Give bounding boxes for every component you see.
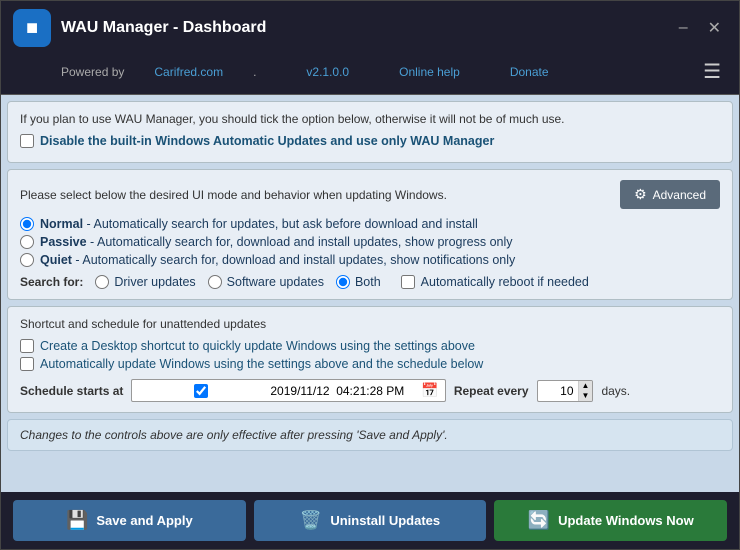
spinner-buttons: ▲ ▼ bbox=[578, 381, 593, 401]
auto-reboot-row: Automatically reboot if needed bbox=[401, 275, 589, 289]
carifred-link[interactable]: Carifred.com bbox=[154, 65, 223, 79]
uninstall-icon: 🗑️ bbox=[300, 510, 322, 531]
save-icon: 💾 bbox=[66, 510, 88, 531]
software-option[interactable]: Software updates bbox=[208, 275, 324, 289]
software-label: Software updates bbox=[227, 275, 324, 289]
both-option[interactable]: Both bbox=[336, 275, 381, 289]
schedule-row: Schedule starts at 📅 Repeat every ▲ ▼ da… bbox=[20, 379, 720, 402]
save-apply-button[interactable]: 💾 Save and Apply bbox=[13, 500, 246, 541]
ui-mode-card: Please select below the desired UI mode … bbox=[7, 169, 733, 300]
repeat-spinner: ▲ ▼ bbox=[537, 380, 594, 402]
radio-passive-row: Passive - Automatically search for, down… bbox=[20, 235, 720, 249]
radio-quiet-row: Quiet - Automatically search for, downlo… bbox=[20, 253, 720, 267]
bottom-bar: 💾 Save and Apply 🗑️ Uninstall Updates 🔄 … bbox=[1, 492, 739, 549]
schedule-card-title: Shortcut and schedule for unattended upd… bbox=[20, 317, 720, 331]
main-window: ■ WAU Manager - Dashboard – ✕ Powered by… bbox=[0, 0, 740, 550]
update-label: Update Windows Now bbox=[558, 513, 694, 528]
window-title: WAU Manager - Dashboard bbox=[61, 19, 663, 37]
disable-wau-row: Disable the built-in Windows Automatic U… bbox=[20, 134, 720, 148]
shortcut-checkbox[interactable] bbox=[20, 339, 34, 353]
datetime-input-container: 📅 bbox=[131, 379, 445, 402]
radio-passive[interactable] bbox=[20, 235, 34, 249]
schedule-card: Shortcut and schedule for unattended upd… bbox=[7, 306, 733, 413]
subtitle-prefix: Powered by bbox=[61, 65, 124, 79]
uninstall-button[interactable]: 🗑️ Uninstall Updates bbox=[254, 500, 487, 541]
radio-normal-label[interactable]: Normal - Automatically search for update… bbox=[40, 217, 478, 231]
schedule-datetime-input[interactable] bbox=[270, 384, 415, 398]
advanced-button[interactable]: ⚙ Advanced bbox=[620, 180, 720, 209]
repeat-value-input[interactable] bbox=[538, 382, 578, 400]
search-for-label: Search for: bbox=[20, 275, 83, 289]
subtitle-bar: Powered by Carifred.com . v2.1.0.0 Onlin… bbox=[1, 55, 739, 95]
auto-update-checkbox[interactable] bbox=[20, 357, 34, 371]
hamburger-menu[interactable]: ☰ bbox=[697, 57, 727, 86]
uninstall-label: Uninstall Updates bbox=[330, 513, 440, 528]
minimize-button[interactable]: – bbox=[673, 17, 694, 39]
radio-quiet-label[interactable]: Quiet - Automatically search for, downlo… bbox=[40, 253, 515, 267]
schedule-starts-label: Schedule starts at bbox=[20, 384, 123, 398]
gear-icon: ⚙ bbox=[634, 186, 647, 203]
auto-update-row: Automatically update Windows using the s… bbox=[20, 357, 720, 371]
content-area: If you plan to use WAU Manager, you shou… bbox=[1, 95, 739, 492]
auto-reboot-checkbox[interactable] bbox=[401, 275, 415, 289]
save-apply-label: Save and Apply bbox=[96, 513, 192, 528]
radio-normal[interactable] bbox=[20, 217, 34, 231]
update-icon: 🔄 bbox=[528, 510, 550, 531]
card2-desc: Please select below the desired UI mode … bbox=[20, 188, 447, 202]
auto-reboot-label[interactable]: Automatically reboot if needed bbox=[421, 275, 589, 289]
auto-update-label[interactable]: Automatically update Windows using the s… bbox=[40, 357, 483, 371]
driver-label: Driver updates bbox=[114, 275, 195, 289]
repeat-every-label: Repeat every bbox=[454, 384, 529, 398]
schedule-enable-checkbox[interactable] bbox=[136, 384, 266, 398]
update-windows-button[interactable]: 🔄 Update Windows Now bbox=[494, 500, 727, 541]
mode-radio-group: Normal - Automatically search for update… bbox=[20, 217, 720, 267]
donate-link[interactable]: Donate bbox=[510, 65, 549, 79]
spinner-up-button[interactable]: ▲ bbox=[579, 381, 593, 391]
card1-notice: If you plan to use WAU Manager, you shou… bbox=[20, 112, 720, 126]
card2-header: Please select below the desired UI mode … bbox=[20, 180, 720, 209]
driver-option[interactable]: Driver updates bbox=[95, 275, 195, 289]
title-bar: ■ WAU Manager - Dashboard – ✕ bbox=[1, 1, 739, 55]
app-icon: ■ bbox=[13, 9, 51, 47]
both-label: Both bbox=[355, 275, 381, 289]
search-software-radio[interactable] bbox=[208, 275, 222, 289]
subtitle-period: . bbox=[253, 65, 256, 79]
search-both-radio[interactable] bbox=[336, 275, 350, 289]
days-label: days. bbox=[601, 384, 630, 398]
disable-wau-label[interactable]: Disable the built-in Windows Automatic U… bbox=[40, 134, 494, 148]
footer-notice: Changes to the controls above are only e… bbox=[7, 419, 733, 451]
advanced-btn-label: Advanced bbox=[653, 188, 706, 202]
radio-normal-row: Normal - Automatically search for update… bbox=[20, 217, 720, 231]
help-link[interactable]: Online help bbox=[399, 65, 460, 79]
shortcut-label[interactable]: Create a Desktop shortcut to quickly upd… bbox=[40, 339, 475, 353]
search-options-row: Search for: Driver updates Software upda… bbox=[20, 275, 720, 289]
spinner-down-button[interactable]: ▼ bbox=[579, 391, 593, 401]
radio-passive-label[interactable]: Passive - Automatically search for, down… bbox=[40, 235, 513, 249]
close-button[interactable]: ✕ bbox=[702, 16, 727, 40]
version-link[interactable]: v2.1.0.0 bbox=[306, 65, 349, 79]
search-driver-radio[interactable] bbox=[95, 275, 109, 289]
radio-quiet[interactable] bbox=[20, 253, 34, 267]
disable-wau-card: If you plan to use WAU Manager, you shou… bbox=[7, 101, 733, 163]
window-controls: – ✕ bbox=[673, 16, 727, 40]
disable-wau-checkbox[interactable] bbox=[20, 134, 34, 148]
shortcut-row: Create a Desktop shortcut to quickly upd… bbox=[20, 339, 720, 353]
calendar-button[interactable]: 📅 bbox=[419, 382, 440, 399]
